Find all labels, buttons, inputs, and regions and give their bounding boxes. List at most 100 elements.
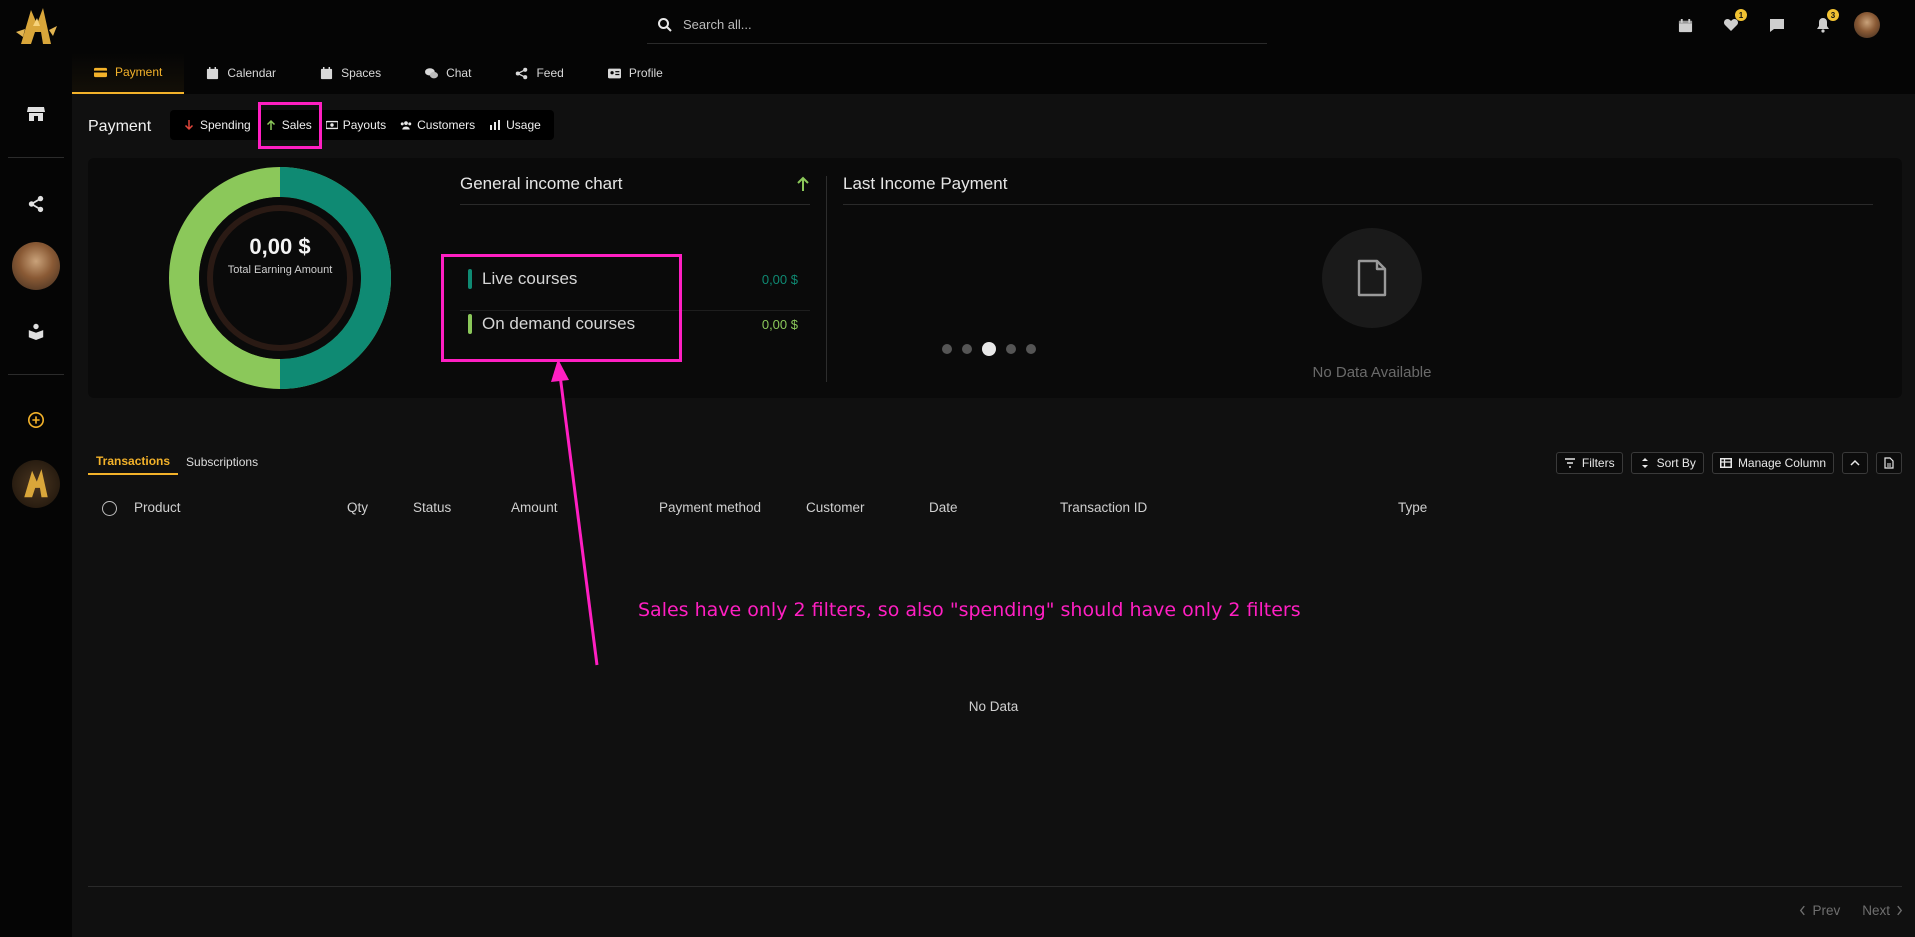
arrow-down-icon	[184, 120, 194, 131]
button-label: Manage Column	[1737, 456, 1826, 470]
column-payment-method[interactable]: Payment method	[659, 500, 761, 515]
sort-by-button[interactable]: Sort By	[1630, 452, 1704, 474]
page-title: Payment	[88, 118, 152, 135]
carousel-dot[interactable]	[1026, 344, 1036, 354]
carousel-dot-active[interactable]	[982, 342, 996, 356]
carousel-dot[interactable]	[962, 344, 972, 354]
legend-item-on-demand-courses: On demand courses 0,00 $	[468, 304, 808, 344]
tab-label: Feed	[536, 66, 564, 80]
tab-subscriptions[interactable]: Subscriptions	[178, 449, 266, 475]
carousel-dot[interactable]	[942, 344, 952, 354]
subtab-label: Usage	[506, 118, 541, 132]
bell-icon[interactable]: 3	[1811, 9, 1839, 37]
tab-spaces[interactable]: Spaces	[298, 52, 403, 94]
legend-name: Live courses	[482, 269, 578, 288]
search-bar[interactable]	[647, 6, 1267, 44]
money-icon	[325, 120, 338, 130]
chevron-up-icon	[1850, 459, 1860, 466]
carousel-dot[interactable]	[1006, 344, 1016, 354]
annotation-text: Sales have only 2 filters, so also "spen…	[638, 599, 1301, 621]
subtab-spending[interactable]: Spending	[176, 110, 258, 140]
select-all-checkbox[interactable]	[102, 501, 117, 516]
column-qty[interactable]: Qty	[347, 500, 368, 515]
id-card-icon	[607, 68, 621, 78]
column-date[interactable]: Date	[929, 500, 958, 515]
divider	[88, 886, 1902, 887]
payment-subtabs: Spending Sales Payouts Customers Usage	[170, 110, 554, 140]
search-input[interactable]	[683, 17, 1243, 32]
table-toolbar: Filters Sort By Manage Column	[1555, 452, 1902, 474]
divider	[460, 204, 810, 205]
vertical-divider	[826, 176, 827, 382]
profile-avatar[interactable]	[1854, 12, 1880, 38]
tab-calendar[interactable]: Calendar	[184, 52, 298, 94]
store-icon[interactable]	[22, 100, 50, 128]
messages-icon[interactable]	[1765, 13, 1789, 37]
tab-profile[interactable]: Profile	[586, 52, 685, 94]
tab-feed[interactable]: Feed	[493, 52, 585, 94]
annotation-arrow	[551, 359, 599, 666]
button-label: Sort By	[1656, 456, 1696, 470]
calendar-icon	[320, 66, 333, 79]
column-customer[interactable]: Customer	[806, 500, 865, 515]
document-icon	[1357, 259, 1387, 297]
rail-divider	[8, 374, 64, 375]
column-product[interactable]: Product	[134, 500, 181, 515]
income-overview-card: 0,00 $ Total Earning Amount General inco…	[88, 158, 1902, 398]
filter-icon	[1564, 458, 1575, 468]
add-circle-icon[interactable]	[22, 406, 50, 434]
subtab-label: Payouts	[342, 118, 387, 132]
sort-icon	[1641, 458, 1648, 468]
credit-card-icon	[94, 67, 107, 77]
brand-space-avatar[interactable]	[12, 460, 60, 508]
bar-chart-icon	[490, 120, 501, 130]
legend-item-live-courses: Live courses 0,00 $	[468, 259, 808, 299]
share-icon	[516, 67, 528, 79]
empty-state-circle	[1322, 228, 1422, 328]
main-content: Payment Spending Sales Payouts Customers…	[72, 94, 1915, 937]
subtab-payouts[interactable]: Payouts	[319, 110, 393, 140]
tab-chat[interactable]: Chat	[403, 52, 493, 94]
legend-color-bar	[468, 269, 472, 289]
column-type[interactable]: Type	[1398, 500, 1427, 515]
main-nav-tabs: Payment Calendar Spaces Chat Feed Profil…	[72, 52, 685, 94]
subtab-sales[interactable]: Sales	[258, 110, 319, 140]
last-income-title: Last Income Payment	[843, 174, 1008, 193]
search-icon	[658, 17, 672, 32]
legend-name: On demand courses	[482, 314, 636, 333]
user-avatar[interactable]	[12, 242, 60, 290]
left-rail	[0, 0, 72, 937]
carousel-pagination	[942, 342, 1036, 356]
legend-value: 0,00 $	[761, 271, 798, 287]
tab-transactions[interactable]: Transactions	[88, 449, 179, 475]
brand-logo[interactable]	[13, 4, 59, 50]
table-header: Product Qty Status Amount Payment method…	[88, 492, 1902, 524]
tab-payment[interactable]: Payment	[72, 52, 185, 94]
tab-label: Profile	[628, 66, 663, 80]
table-empty-state: No Data	[968, 699, 1019, 714]
divider	[843, 204, 1873, 205]
column-transaction-id[interactable]: Transaction ID	[1060, 500, 1147, 515]
subtab-usage[interactable]: Usage	[482, 110, 548, 140]
manage-column-button[interactable]: Manage Column	[1711, 452, 1834, 474]
collapse-button[interactable]	[1842, 452, 1868, 474]
total-earning-label: Total Earning Amount	[227, 264, 333, 276]
subtab-customers[interactable]: Customers	[393, 110, 482, 140]
calendar-icon[interactable]	[1673, 13, 1697, 37]
calendar-icon	[207, 66, 219, 79]
favorites-icon[interactable]: 1	[1719, 9, 1747, 37]
export-button[interactable]	[1876, 452, 1902, 474]
filters-button[interactable]: Filters	[1555, 452, 1623, 474]
subtab-label: Spending	[200, 118, 251, 132]
next-button[interactable]: Next	[1862, 903, 1903, 918]
column-status[interactable]: Status	[413, 500, 451, 515]
file-export-icon	[1884, 457, 1894, 469]
tab-label: Chat	[446, 66, 472, 80]
button-label: Filters	[1581, 456, 1615, 470]
share-icon[interactable]	[22, 190, 50, 218]
book-reader-icon[interactable]	[22, 317, 50, 345]
prev-button[interactable]: Prev	[1799, 903, 1840, 918]
tab-label: Payment	[115, 65, 163, 79]
donut-center: 0,00 $ Total Earning Amount	[168, 234, 392, 276]
chevron-left-icon	[1800, 905, 1806, 916]
